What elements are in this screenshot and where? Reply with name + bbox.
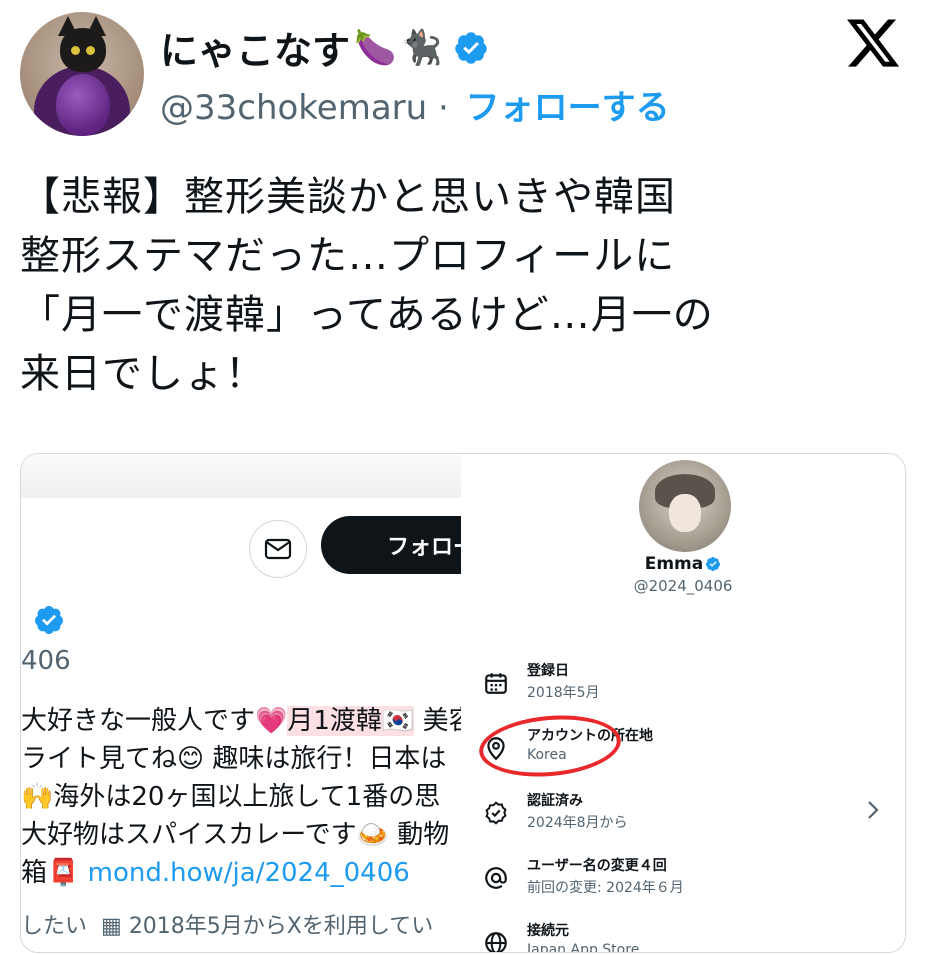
verified-badge-icon [34, 606, 63, 634]
info-value: 前回の変更: 2024年６月 [527, 880, 684, 896]
about-account-panel: Emma @2024_0406 登録日 2018年5月 アカウントの所在地 Ko… [461, 454, 905, 952]
profile-banner [21, 454, 461, 498]
bio-text: 大好きな一般人です [21, 706, 256, 736]
profile-avatar[interactable] [639, 460, 731, 552]
smile-emoji: 😊 [177, 744, 205, 774]
meta-text: したい [21, 914, 88, 939]
raised-hands-emoji: 🙌 [21, 782, 54, 812]
bio-text: 趣味は旅行！日本は [204, 744, 447, 774]
tweet-media-image[interactable]: フォロー 406 大好きな一般人です💗月1渡韓🇰🇷 美容 ライト見てね😊 趣味は… [20, 453, 906, 953]
info-username-changes: ユーザー名の変更４回 前回の変更: 2024年６月 [483, 855, 883, 905]
verified-check-icon [485, 801, 507, 825]
globe-icon [485, 932, 507, 952]
info-label: 認証済み [527, 793, 583, 809]
profile-screenshot-left: フォロー 406 大好きな一般人です💗月1渡韓🇰🇷 美容 ライト見てね😊 趣味は… [21, 454, 461, 952]
profile-bio: 大好きな一般人です💗月1渡韓🇰🇷 美容 ライト見てね😊 趣味は旅行！日本は 🙌海… [21, 702, 461, 892]
profile-meta: したい ▦ 2018年5月からXを利用してい [21, 908, 433, 940]
at-icon [485, 867, 507, 889]
author-avatar[interactable] [20, 12, 144, 136]
profile-handle: @2024_0406 [633, 577, 733, 595]
author-handle[interactable]: @33chokemaru [160, 88, 427, 128]
avatar-cat-eye [86, 46, 95, 55]
info-value: Japan App Store [527, 942, 640, 953]
verified-badge-icon [454, 31, 487, 64]
avatar-cat-head [60, 28, 106, 72]
profile-handle-fragment: 406 [21, 646, 71, 676]
avatar-cat-eye [71, 46, 80, 55]
author-handle-row: @33chokemaru · フォローする [160, 80, 670, 129]
joined-text: 2018年5月からXを利用してい [128, 914, 434, 939]
bio-text: 動物 [389, 820, 450, 850]
verified-badge-icon [706, 557, 721, 571]
separator-dot: · [438, 88, 449, 128]
info-connected-via: 接続元 Japan App Store [483, 920, 883, 953]
bio-text: ライト見てね [21, 744, 178, 774]
avatar-eggplant [56, 74, 110, 136]
info-label: 接続元 [527, 923, 569, 939]
author-display-name[interactable]: にゃこなす 🍆 🐈‍⬛ [160, 20, 489, 75]
black-cat-emoji: 🐈‍⬛ [400, 27, 443, 68]
display-name-text: にゃこなす [160, 29, 351, 73]
bio-text: 大好物はスパイスカレーです [21, 820, 357, 850]
avatar-face [669, 494, 701, 532]
chevron-right-icon[interactable] [865, 798, 881, 822]
profile-follow-button[interactable]: フォロー [321, 516, 461, 574]
follow-link[interactable]: フォローする [466, 88, 670, 128]
x-logo-icon[interactable] [843, 14, 903, 72]
info-joined: 登録日 2018年5月 [483, 660, 883, 710]
pink-heart-emoji: 💗 [255, 706, 288, 736]
info-value: 2024年8月から [527, 815, 628, 831]
info-value: 2018年5月 [527, 685, 600, 701]
bio-text: 海外は20ヶ国以上旅して1番の思 [53, 782, 441, 812]
profile-name-text: Emma [644, 554, 704, 574]
curry-emoji: 🍛 [356, 820, 390, 850]
bio-link[interactable]: mond.how/ja/2024_0406 [88, 858, 410, 888]
tweet-text: 【悲報】整形美談かと思いきや韓国 整形ステマだった…プロフィールに 「月一で渡韓… [20, 174, 714, 397]
info-label: 登録日 [527, 663, 569, 679]
profile-name: Emma [461, 554, 905, 574]
eggplant-emoji: 🍆 [354, 27, 397, 68]
bio-highlight: 月1渡韓🇰🇷 [287, 706, 415, 736]
postbox-emoji: 📮 [47, 858, 80, 888]
info-label: ユーザー名の変更４回 [527, 858, 667, 874]
message-button[interactable] [249, 520, 307, 578]
info-verified[interactable]: 認証済み 2024年8月から [483, 790, 883, 840]
calendar-icon: ▦ [101, 914, 122, 939]
mail-icon [264, 538, 292, 560]
bio-text: 美容 [422, 706, 461, 736]
bio-text: 箱 [21, 858, 48, 888]
calendar-icon [485, 673, 507, 694]
